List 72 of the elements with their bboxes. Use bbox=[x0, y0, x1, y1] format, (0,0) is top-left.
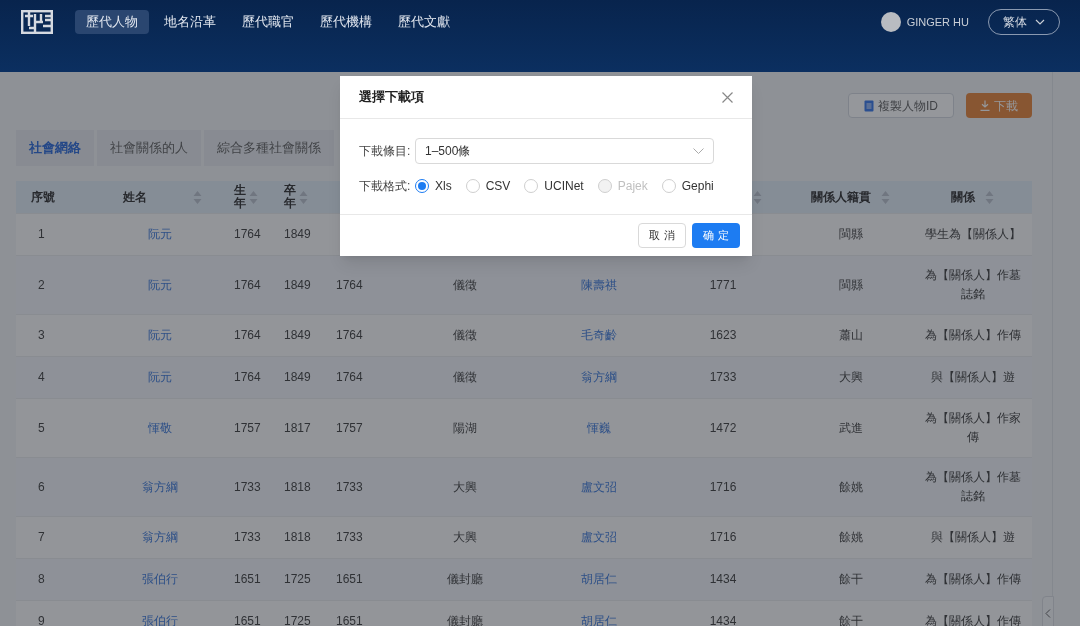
table-cell-text: 大興 bbox=[453, 529, 477, 546]
field-label: 下載格式: bbox=[359, 178, 412, 195]
table-cell-text: 1733 bbox=[234, 529, 261, 546]
table-cell-text: 1849 bbox=[284, 276, 311, 294]
table-cell-text: 1716 bbox=[709, 529, 737, 546]
table-cell-text: 1818 bbox=[284, 478, 311, 496]
table-cell-text: 1764 bbox=[336, 327, 363, 344]
table-cell-text: 陽湖 bbox=[453, 419, 477, 437]
table-cell-text: 1817 bbox=[284, 419, 311, 437]
table-cell-text: 1 bbox=[38, 226, 45, 243]
table-cell-text: 1733 bbox=[336, 529, 363, 546]
table-cell-text: 8 bbox=[38, 571, 45, 588]
table-cell-text: 儀徵 bbox=[453, 276, 477, 294]
table-cell-text: 6 bbox=[38, 478, 45, 496]
table-cell-text: 1651 bbox=[234, 613, 261, 626]
table-cell-text: 餘干 bbox=[838, 571, 863, 588]
table-cell-text: 大興 bbox=[453, 478, 477, 496]
table-cell-text: 餘干 bbox=[838, 613, 863, 626]
table-cell-text: 蕭山 bbox=[838, 327, 863, 344]
table-cell-text: 3 bbox=[38, 327, 45, 344]
table-cell-text: 4 bbox=[38, 369, 45, 386]
table-cell-text: 大興 bbox=[838, 369, 863, 386]
table-cell-text: 為【關係人】作傳 bbox=[924, 571, 1021, 588]
table-cell-text: 閩縣 bbox=[838, 276, 863, 294]
table-cell-text: 1733 bbox=[709, 369, 737, 386]
table-cell-text: 為【關係人】作傳 bbox=[924, 613, 1021, 626]
table-cell-text: 1434 bbox=[709, 571, 737, 588]
table-cell-text: 為【關係人】作墓誌銘 bbox=[923, 469, 1022, 505]
table-cell-text: 與【關係人】遊 bbox=[930, 369, 1015, 386]
table-cell-text: 為【關係人】作家傳 bbox=[923, 410, 1022, 446]
table-cell-text: 1764 bbox=[336, 276, 363, 294]
table-cell-text: 1818 bbox=[284, 529, 311, 546]
table-cell-text: 1764 bbox=[234, 226, 261, 243]
dialog-title: 選擇下載項 bbox=[359, 88, 424, 107]
table-cell-text: 1757 bbox=[234, 419, 261, 437]
table-cell-text: 儀徵 bbox=[453, 369, 477, 386]
table-cell-text: 與【關係人】遊 bbox=[930, 529, 1015, 546]
table-cell-text: 學生為【關係人】 bbox=[924, 226, 1021, 243]
table-cell-text: 1849 bbox=[284, 369, 311, 386]
table-cell-text: 1764 bbox=[234, 369, 261, 386]
table-cell-text: 1651 bbox=[234, 571, 261, 588]
table-cell-text: 閩縣 bbox=[838, 226, 863, 243]
table-cell-text: 1472 bbox=[709, 419, 737, 437]
field-label: 下載條目: bbox=[359, 143, 412, 160]
table-cell-text: 儀封廳 bbox=[447, 571, 483, 588]
table-cell-text: 儀封廳 bbox=[447, 613, 483, 626]
table-cell-text: 為【關係人】作墓誌銘 bbox=[923, 267, 1022, 303]
table-cell-text: 1733 bbox=[336, 478, 363, 496]
table-cell-text: 為【關係人】作傳 bbox=[924, 327, 1021, 344]
table-cell-text: 9 bbox=[38, 613, 45, 626]
table-cell-text: 1757 bbox=[336, 419, 363, 437]
table-cell-text: 1725 bbox=[284, 571, 311, 588]
table-cell-text: 武進 bbox=[838, 419, 863, 437]
table-cell-text: 1849 bbox=[284, 327, 311, 344]
table-cell-text: 1849 bbox=[284, 226, 311, 243]
table-cell-text: 1651 bbox=[336, 613, 363, 626]
table-cell-text: 5 bbox=[38, 419, 45, 437]
table-cell-text: 1434 bbox=[709, 613, 737, 626]
table-cell-text: 7 bbox=[38, 529, 45, 546]
table-cell-text: 1764 bbox=[234, 327, 261, 344]
table-cell-text: 1716 bbox=[709, 478, 737, 496]
table-cell-text: 2 bbox=[38, 276, 45, 294]
table-cell-text: 餘姚 bbox=[838, 529, 863, 546]
table-cell-text: 1725 bbox=[284, 613, 311, 626]
table-cell-text: 1733 bbox=[234, 478, 261, 496]
table-cell-text: 1651 bbox=[336, 571, 363, 588]
table-cell-text: 1764 bbox=[336, 369, 363, 386]
table-cell-text: 餘姚 bbox=[838, 478, 863, 496]
table-cell-text: 1623 bbox=[709, 327, 737, 344]
table-cell-text: 儀徵 bbox=[453, 327, 477, 344]
table-cell-text: 1771 bbox=[709, 276, 737, 294]
table-cell-text: 1764 bbox=[234, 276, 261, 294]
